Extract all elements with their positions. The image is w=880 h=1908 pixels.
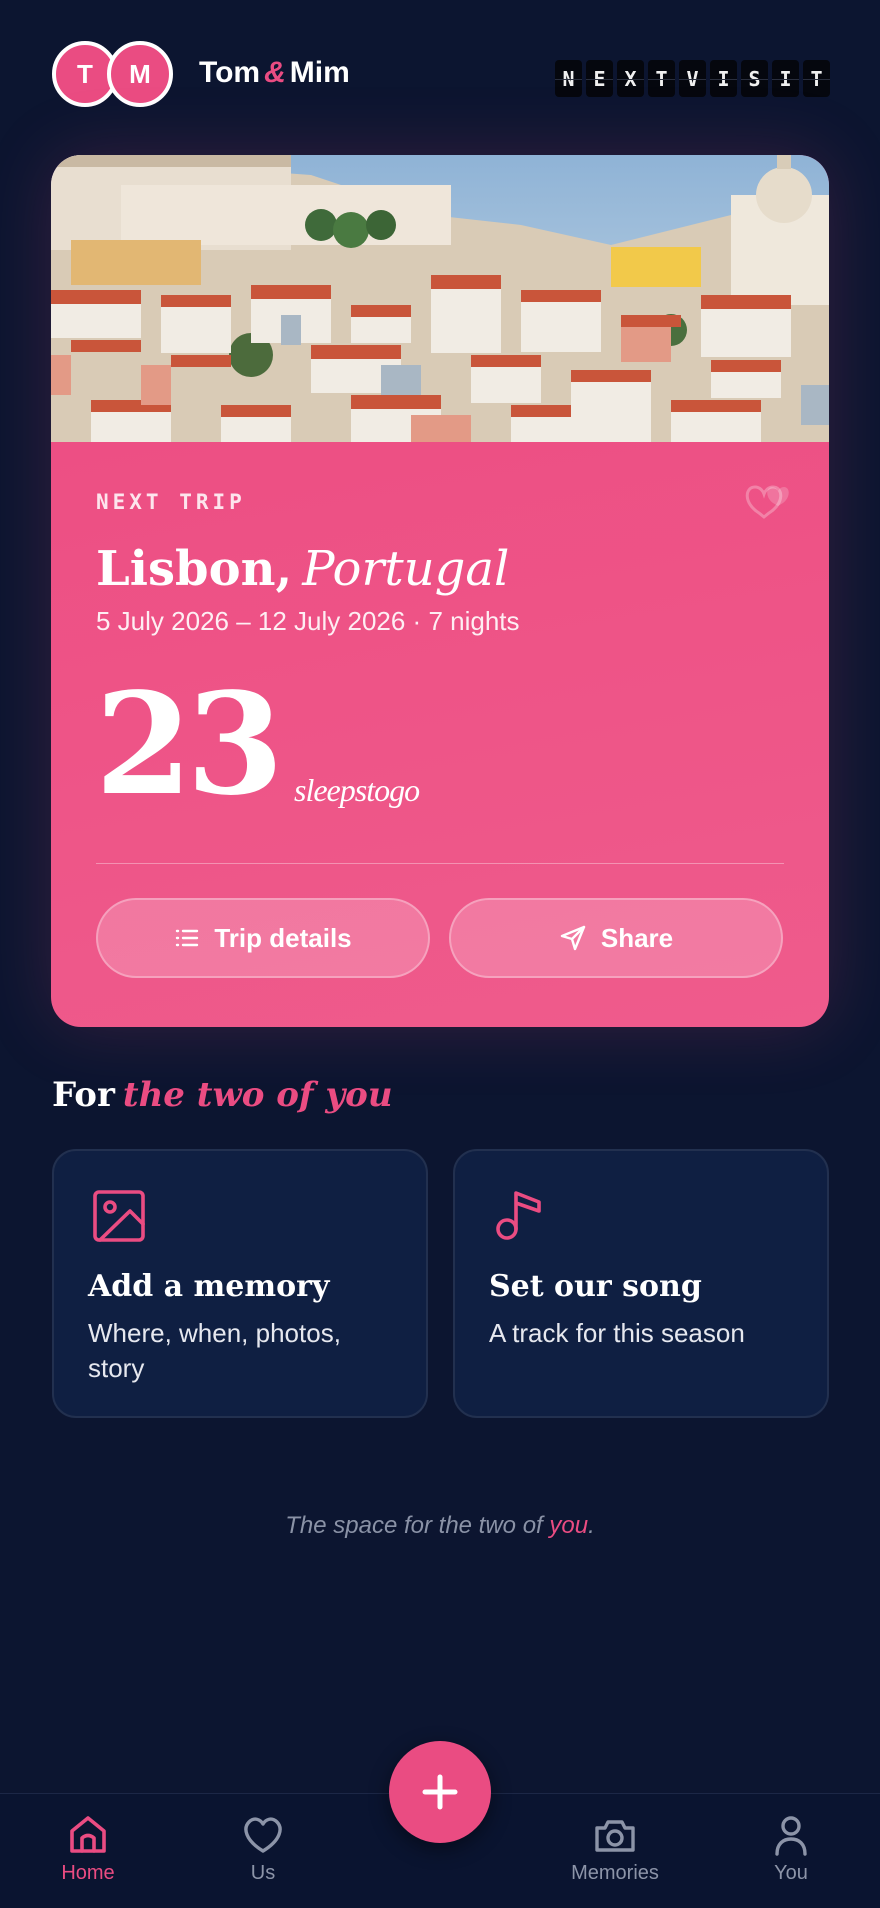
countdown-number: 23	[95, 663, 284, 827]
tab-label: You	[774, 1862, 808, 1884]
share-label: Share	[600, 922, 674, 953]
send-icon	[560, 925, 586, 951]
card-eyebrow: NEXT TRIP	[96, 490, 246, 514]
plus-icon	[422, 1774, 458, 1810]
destination-city: Lisbon,	[96, 541, 293, 597]
lisbon-photo	[51, 155, 829, 442]
list-icon	[176, 929, 199, 947]
set-song-tile[interactable]: Set our song A track for this season	[453, 1149, 829, 1418]
tab-memories[interactable]: Memories	[555, 1814, 675, 1885]
tile-title: Add a memory	[88, 1269, 330, 1304]
tab-label: Home	[61, 1862, 115, 1884]
person-icon	[775, 1816, 807, 1856]
tile-title: Set our song	[489, 1269, 702, 1304]
brand-letter: N	[555, 60, 582, 97]
tagline-highlight: you	[549, 1512, 589, 1539]
tab-you[interactable]: You	[731, 1814, 851, 1885]
tagline-period: .	[588, 1512, 595, 1539]
add-memory-tile[interactable]: Add a memory Where, when, photos, story	[52, 1149, 428, 1418]
section-title-lead: For	[52, 1075, 115, 1115]
tab-home[interactable]: Home	[28, 1814, 148, 1885]
brand-letter: S	[741, 60, 768, 97]
tile-subtitle: A track for this season	[489, 1318, 745, 1348]
hearts-icon	[745, 485, 789, 519]
divider	[96, 863, 784, 864]
tagline: The space for the two of you.	[0, 1512, 880, 1540]
partner-name-2: Mim	[289, 56, 350, 89]
brand-logo: NEXTVISIT	[555, 60, 830, 97]
heart-icon	[244, 1817, 282, 1853]
next-trip-card[interactable]: NEXT TRIP Lisbon, Portugal 5 July 2026 – …	[51, 155, 829, 1027]
avatar-initial: M	[129, 58, 151, 89]
tile-subtitle: Where, when, photos, story	[88, 1318, 341, 1383]
home-icon	[70, 1816, 106, 1853]
camera-icon	[595, 1820, 635, 1852]
tab-us[interactable]: Us	[203, 1814, 323, 1885]
destination-title: Lisbon, Portugal	[96, 541, 509, 597]
add-button[interactable]	[389, 1741, 491, 1843]
brand-letter: T	[648, 60, 675, 97]
brand-letter: V	[679, 60, 706, 97]
destination-country: Portugal	[302, 541, 510, 597]
ampersand: &	[264, 56, 286, 89]
trip-dates: 5 July 2026 – 12 July 2026 · 7 nights	[96, 606, 520, 636]
trip-details-button[interactable]: Trip details	[96, 898, 430, 978]
tagline-lead: The space for the two of	[285, 1512, 543, 1539]
trip-details-label: Trip details	[214, 922, 352, 953]
section-title: For the two of you	[52, 1075, 393, 1115]
brand-letter: I	[710, 60, 737, 97]
image-icon	[93, 1190, 145, 1242]
avatar-mim[interactable]: M	[107, 41, 173, 107]
share-button[interactable]: Share	[449, 898, 783, 978]
brand-letter: X	[617, 60, 644, 97]
avatar-initial: T	[77, 58, 93, 89]
brand-letter: E	[586, 60, 613, 97]
tab-label: Memories	[571, 1862, 659, 1884]
section-title-emphasis: the two of you	[122, 1075, 393, 1115]
brand-letter: T	[803, 60, 830, 97]
tab-label: Us	[250, 1862, 276, 1884]
couple-name: Tom & Mim	[199, 58, 350, 88]
partner-name-1: Tom	[199, 56, 261, 89]
countdown-suffix: sleepstogo	[294, 772, 420, 808]
music-note-icon	[496, 1191, 541, 1240]
brand-letter: I	[772, 60, 799, 97]
